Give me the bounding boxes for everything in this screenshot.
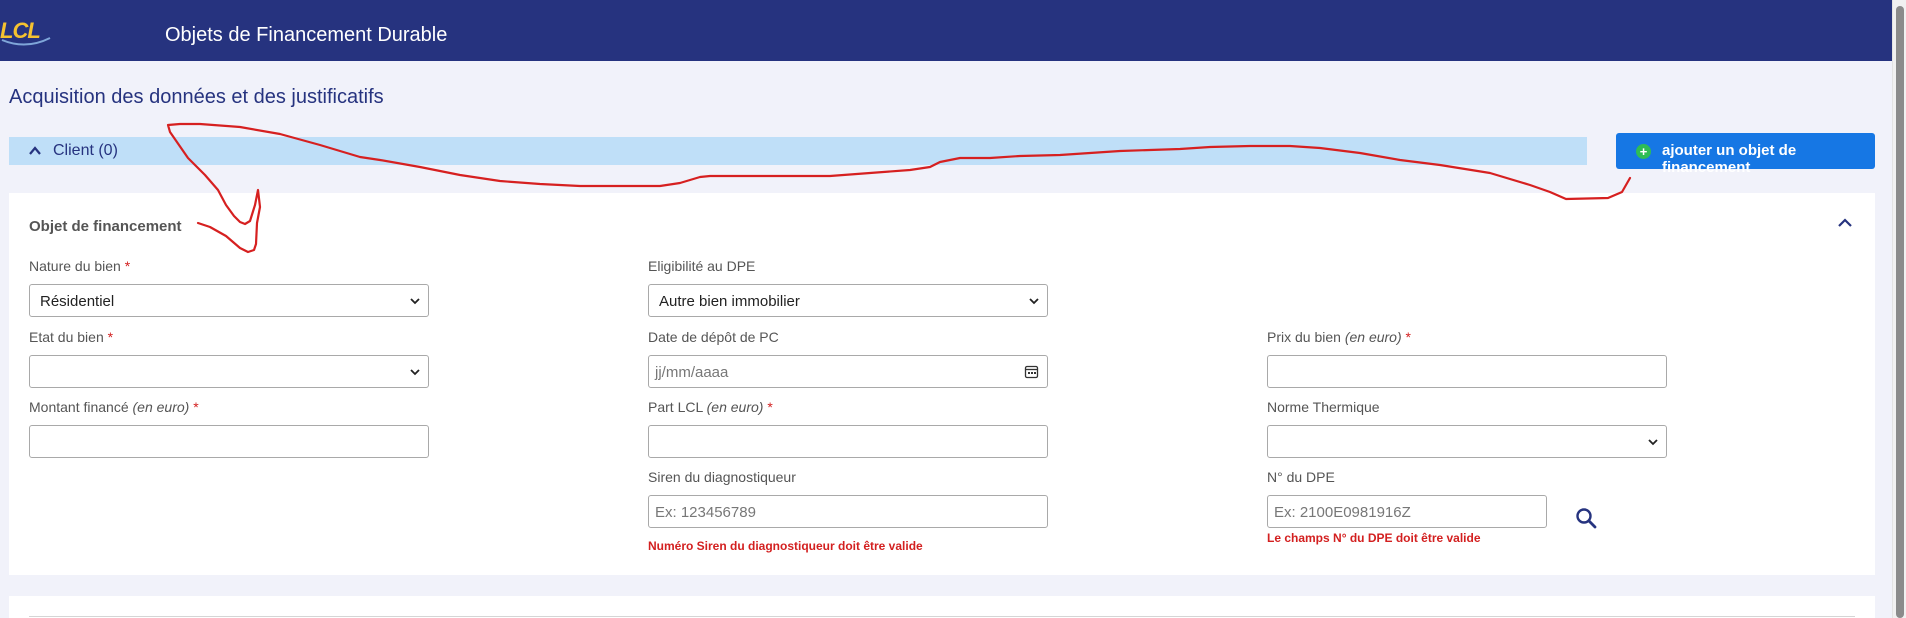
date-pc-input[interactable]: jj/mm/aaaa bbox=[648, 355, 1048, 388]
prix-label-text: Prix du bien bbox=[1267, 329, 1341, 345]
eligibilite-select[interactable]: Autre bien immobilier bbox=[648, 284, 1048, 317]
chevron-up-icon bbox=[29, 146, 41, 155]
montant-input[interactable] bbox=[29, 425, 429, 458]
calendar-icon[interactable] bbox=[1024, 364, 1039, 379]
prix-label: Prix du bien (en euro) * bbox=[1267, 329, 1411, 345]
required-marker: * bbox=[124, 258, 131, 274]
etat-select[interactable] bbox=[29, 355, 429, 388]
required-marker: * bbox=[107, 329, 114, 345]
nature-value: Résidentiel bbox=[40, 293, 115, 310]
nature-label: Nature du bien * bbox=[29, 258, 130, 274]
logo-swoosh bbox=[1, 37, 51, 46]
nature-label-text: Nature du bien bbox=[29, 258, 121, 274]
part-lcl-input[interactable] bbox=[648, 425, 1048, 458]
required-marker: * bbox=[1405, 329, 1411, 345]
date-pc-placeholder: jj/mm/aaaa bbox=[655, 364, 729, 381]
eligibilite-value: Autre bien immobilier bbox=[659, 293, 800, 310]
lcl-logo[interactable]: LCL bbox=[0, 14, 60, 50]
required-marker: * bbox=[767, 399, 773, 415]
page-scrollbar[interactable] bbox=[1892, 0, 1906, 618]
scrollbar-thumb[interactable] bbox=[1896, 6, 1904, 618]
montant-label-text: Montant financé bbox=[29, 399, 129, 415]
client-section-label: Client (0) bbox=[53, 142, 118, 159]
chevron-down-icon bbox=[410, 298, 420, 305]
part-lcl-label: Part LCL (en euro) * bbox=[648, 399, 773, 415]
add-button-label: ajouter un objet de financement bbox=[1662, 142, 1797, 176]
next-card bbox=[9, 596, 1875, 618]
siren-error: Numéro Siren du diagnostiqueur doit être… bbox=[648, 539, 923, 553]
collapse-chevron-up-icon[interactable] bbox=[1837, 215, 1853, 231]
montant-label: Montant financé (en euro) * bbox=[29, 399, 199, 415]
part-lcl-label-text: Part LCL bbox=[648, 399, 703, 415]
divider bbox=[29, 616, 1855, 617]
siren-placeholder: Ex: 123456789 bbox=[655, 504, 756, 521]
chevron-down-icon bbox=[1648, 439, 1658, 446]
app-title: Objets de Financement Durable bbox=[165, 24, 448, 46]
eligibilite-label: Eligibilité au DPE bbox=[648, 258, 756, 274]
date-pc-label: Date de dépôt de PC bbox=[648, 329, 779, 345]
norme-select[interactable] bbox=[1267, 425, 1667, 458]
dpe-label: N° du DPE bbox=[1267, 469, 1335, 485]
etat-label-text: Etat du bien bbox=[29, 329, 104, 345]
dpe-input[interactable]: Ex: 2100E0981916Z bbox=[1267, 495, 1547, 528]
siren-label: Siren du diagnostiqueur bbox=[648, 469, 796, 485]
part-lcl-unit: (en euro) bbox=[706, 399, 764, 415]
dpe-error: Le champs N° du DPE doit être valide bbox=[1267, 531, 1481, 545]
card-title: Objet de financement bbox=[29, 218, 182, 235]
required-marker: * bbox=[193, 399, 199, 415]
chevron-down-icon bbox=[1029, 298, 1039, 305]
add-financing-object-button[interactable]: + ajouter un objet de financement bbox=[1616, 133, 1875, 176]
nature-select[interactable]: Résidentiel bbox=[29, 284, 429, 317]
norme-label: Norme Thermique bbox=[1267, 399, 1380, 415]
page-title: Acquisition des données et des justifica… bbox=[9, 86, 384, 108]
search-icon[interactable] bbox=[1575, 507, 1597, 529]
prix-unit: (en euro) bbox=[1344, 329, 1402, 345]
etat-label: Etat du bien * bbox=[29, 329, 113, 345]
client-section-toggle[interactable]: Client (0) bbox=[9, 137, 1587, 165]
dpe-placeholder: Ex: 2100E0981916Z bbox=[1274, 504, 1411, 521]
plus-circle-icon: + bbox=[1636, 144, 1651, 159]
siren-input[interactable]: Ex: 123456789 bbox=[648, 495, 1048, 528]
montant-unit: (en euro) bbox=[132, 399, 190, 415]
prix-input[interactable] bbox=[1267, 355, 1667, 388]
chevron-down-icon bbox=[410, 369, 420, 376]
app-header: LCL Objets de Financement Durable bbox=[0, 0, 1892, 61]
